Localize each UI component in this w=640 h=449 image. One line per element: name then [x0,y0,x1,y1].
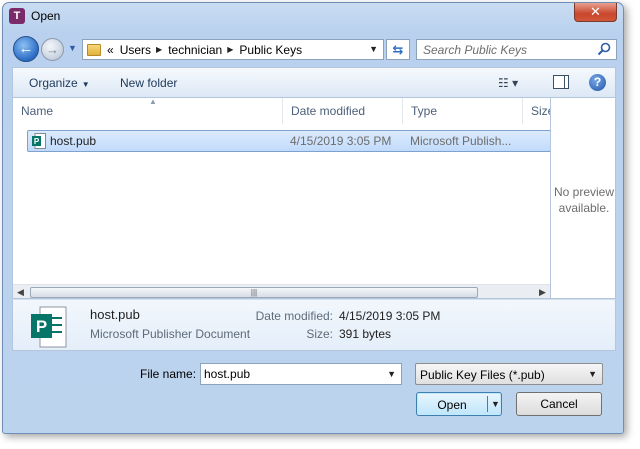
title-bar[interactable]: T Open ✕ [3,3,623,29]
svg-text:P: P [36,317,47,336]
file-type-filter-value: Public Key Files (*.pub) [420,368,545,382]
svg-text:P: P [34,137,40,146]
file-row[interactable]: P host.pub 4/15/2019 3:05 PM Microsoft P… [27,130,550,152]
publisher-file-icon: P [32,133,46,149]
file-name[interactable]: host.pub [50,134,96,148]
refresh-button[interactable]: ⇆ [386,39,410,60]
breadcrumb-separator-icon[interactable]: ▶ [156,45,162,54]
file-list: Name ▲ Date modified Type Size P host.pu… [12,97,550,299]
details-size-value: 391 bytes [339,327,392,341]
breadcrumb-separator-icon[interactable]: ▶ [227,45,233,54]
chevron-down-icon[interactable]: ▼ [588,369,597,379]
details-pane: P host.pub Microsoft Publisher Document … [12,299,616,351]
command-bar: Organize ▼ New folder ☷ ▾ ? [12,67,616,97]
new-folder-button[interactable]: New folder [120,76,177,90]
scroll-left-icon[interactable]: ◀ [17,287,24,298]
address-dropdown-icon[interactable]: ▼ [369,44,378,54]
change-view-icon[interactable]: ☷ ▾ [498,76,518,90]
breadcrumb-users[interactable]: Users [120,43,151,57]
breadcrumb-overflow[interactable]: « [107,43,114,57]
folder-icon [87,43,101,56]
open-options-dropdown-icon[interactable]: ▼ [491,399,500,409]
split-divider [487,396,488,412]
preview-pane: No preview available. [550,97,616,299]
column-header-type[interactable]: Type [403,98,523,124]
preview-message: No preview available. [551,184,617,216]
app-icon: T [9,8,25,24]
forward-button[interactable]: → [41,38,64,61]
address-bar[interactable]: « Users ▶ technician ▶ Public Keys ▼ [82,39,384,60]
open-button-label: Open [437,398,467,412]
search-input[interactable] [423,40,593,59]
file-name-combobox[interactable]: ▼ [200,363,402,385]
details-date-value: 4/15/2019 3:05 PM [339,309,441,323]
details-size-label: Size: [306,327,333,341]
details-file-type: Microsoft Publisher Document [90,327,251,341]
search-box[interactable] [416,39,617,60]
file-name-input[interactable] [204,364,374,384]
file-name-dropdown-icon[interactable]: ▼ [387,369,396,379]
preview-message-line2: available. [558,201,610,215]
horizontal-scrollbar[interactable]: ◀ ||| ▶ [13,284,550,298]
back-button[interactable]: ← [13,36,39,62]
organize-label: Organize [29,76,78,90]
recent-locations-dropdown-icon[interactable]: ▼ [68,43,77,53]
cancel-button[interactable]: Cancel [516,392,602,416]
column-header-size[interactable]: Size [523,98,550,124]
sort-ascending-icon: ▲ [149,97,157,106]
scrollbar-thumb[interactable]: ||| [30,287,478,298]
column-header-name[interactable]: Name [13,98,283,124]
details-date-label: Date modified: [255,309,333,323]
file-type: Microsoft Publish... [410,134,512,148]
help-icon[interactable]: ? [589,74,606,91]
scroll-right-icon[interactable]: ▶ [539,287,546,298]
column-header-date-modified[interactable]: Date modified [283,98,403,124]
window-title: Open [31,9,61,23]
file-name-label: File name: [140,367,197,381]
open-button[interactable]: Open ▼ [416,392,502,416]
search-icon[interactable] [597,42,611,56]
file-type-filter-select[interactable]: Public Key Files (*.pub) ▼ [415,363,603,385]
close-button[interactable]: ✕ [574,3,617,22]
preview-pane-icon[interactable] [553,75,569,89]
breadcrumb-public-keys[interactable]: Public Keys [239,43,302,57]
breadcrumb-technician[interactable]: technician [168,43,222,57]
chevron-down-icon: ▼ [81,80,90,89]
preview-message-line1: No preview [553,185,615,199]
details-file-name: host.pub [90,307,140,322]
publisher-file-icon: P [31,306,67,348]
open-dialog: T Open ✕ ← → ▼ « Users ▶ technician ▶ Pu… [2,2,624,434]
organize-button[interactable]: Organize ▼ [29,76,90,90]
file-date-modified: 4/15/2019 3:05 PM [290,134,392,148]
